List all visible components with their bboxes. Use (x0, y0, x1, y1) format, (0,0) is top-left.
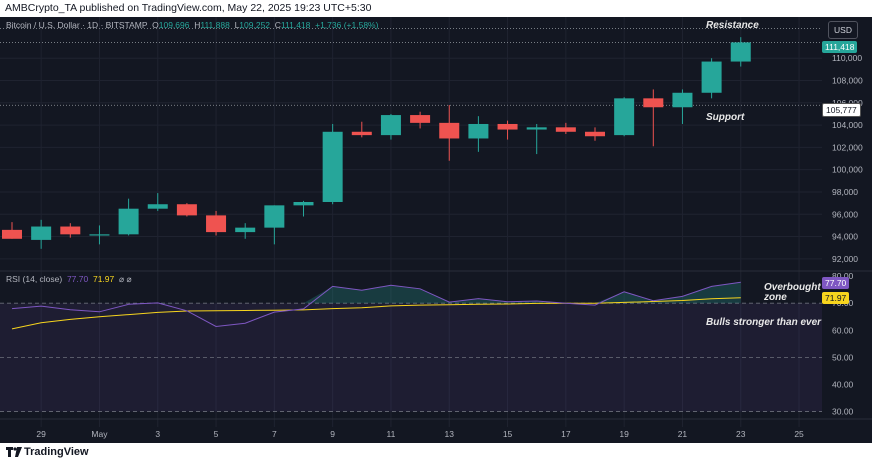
rsi-legend: RSI (14, close) 77.70 71.97 ⌀ ⌀ (6, 274, 132, 285)
candle-body (264, 205, 285, 228)
candle-body (235, 227, 256, 233)
rsi-axis-tick-label: 40.00 (832, 379, 854, 389)
rsi-band-background (0, 303, 822, 412)
open-label: O (152, 20, 159, 30)
candle-body (730, 42, 751, 62)
support-price-tag: 105,777 (822, 103, 861, 117)
price-axis-tick-label: 104,000 (832, 120, 863, 130)
support-annotation: Support (706, 112, 745, 123)
rsi-axis-tick-label: 60.00 (832, 325, 854, 335)
rsi-axis-tick-label: 30.00 (832, 407, 854, 417)
candle-body (614, 98, 635, 136)
time-axis-tick-label: 3 (155, 429, 160, 439)
resistance-price-tag: 111,418 (822, 41, 858, 53)
candle-body (206, 215, 227, 233)
symbol-legend: Bitcoin / U.S. Dollar · 1D · BITSTAMP O1… (6, 20, 378, 30)
price-axis-tick-label: 108,000 (832, 76, 863, 86)
open-value: 109,696 (158, 20, 190, 30)
rsi-label[interactable]: RSI (14, close) (6, 274, 62, 284)
rsi-overbought-fill (12, 282, 741, 304)
candle-body (555, 127, 576, 132)
time-axis-tick-label: 25 (794, 429, 804, 439)
time-axis-tick-label: 29 (36, 429, 46, 439)
price-axis-tick-label: 92,000 (832, 254, 858, 264)
footer-brand[interactable]: TradingView (24, 443, 89, 462)
change-value: +1,736 (+1.58%) (315, 20, 379, 30)
time-axis-tick-label: 13 (445, 429, 455, 439)
time-axis-tick-label: 23 (736, 429, 746, 439)
price-axis-tick-label: 110,000 (832, 53, 862, 63)
time-axis-tick-label: 17 (561, 429, 571, 439)
candle-body (322, 131, 343, 203)
high-value: 111,888 (200, 20, 230, 30)
publish-header: AMBCrypto_TA published on TradingView.co… (0, 0, 872, 17)
symbol-name[interactable]: Bitcoin / U.S. Dollar · 1D · BITSTAMP (6, 20, 147, 30)
close-value: 111,418 (280, 20, 311, 30)
chart-canvas[interactable]: 92,000 94,000 96,000 98,000 100,000 102,000 10… (0, 17, 872, 443)
resistance-annotation: Resistance (706, 20, 759, 31)
candle-body (147, 204, 168, 209)
candle-body (380, 115, 401, 136)
rsi-settings-icons[interactable]: ⌀ ⌀ (119, 274, 132, 284)
candle-body (672, 92, 693, 108)
low-value: 109,252 (239, 20, 271, 30)
rsi-axis-tick-label: 50.00 (832, 352, 854, 362)
rsi-legend-value: 77.70 (66, 274, 89, 284)
candle-body (351, 131, 372, 136)
time-axis-tick-label: 11 (387, 429, 396, 439)
candle-body (439, 122, 460, 139)
time-axis-tick-label: 5 (214, 429, 219, 439)
candle-body (585, 131, 605, 137)
candle-body (468, 123, 489, 139)
candle-body (526, 127, 547, 130)
time-axis-tick-label: May (91, 429, 108, 439)
currency-button[interactable]: USD (828, 21, 858, 39)
footer-bar: TradingView (0, 443, 872, 462)
candle-body (60, 226, 81, 235)
time-axis-tick-label: 15 (503, 429, 513, 439)
candle-body (176, 204, 197, 216)
publish-header-text: AMBCrypto_TA published on TradingView.co… (5, 2, 372, 14)
candle-body (643, 98, 664, 108)
time-axis-tick-label: 21 (678, 429, 688, 439)
candle-body (2, 229, 22, 239)
candle-body (293, 202, 314, 206)
price-axis-tick-label: 94,000 (832, 232, 858, 242)
price-axis-tick-label: 96,000 (832, 209, 858, 219)
candle-body (497, 123, 518, 130)
price-axis-tick-label: 100,000 (832, 165, 863, 175)
rsi-value-tag: 77.70 (822, 277, 850, 289)
price-axis-tick-label: 98,000 (832, 187, 858, 197)
tradingview-logo-icon (6, 447, 22, 457)
price-axis-tick-label: 102,000 (832, 142, 863, 152)
chart-area[interactable]: 92,000 94,000 96,000 98,000 100,000 102,000 10… (0, 17, 872, 443)
candle-body (31, 226, 52, 240)
overbought-annotation-line2: zone (764, 292, 787, 303)
candle-body (118, 208, 139, 235)
time-axis-tick-label: 7 (272, 429, 277, 439)
time-axis-tick-label: 19 (619, 429, 629, 439)
time-axis-tick-label: 9 (330, 429, 335, 439)
rsi-ma-value-tag: 71.97 (822, 292, 850, 304)
candle-body (701, 61, 722, 93)
bulls-annotation: Bulls stronger than ever (706, 317, 822, 328)
candle-body (89, 234, 110, 236)
rsi-ma-legend-value: 71.97 (92, 274, 115, 284)
candle-body (410, 115, 431, 123)
